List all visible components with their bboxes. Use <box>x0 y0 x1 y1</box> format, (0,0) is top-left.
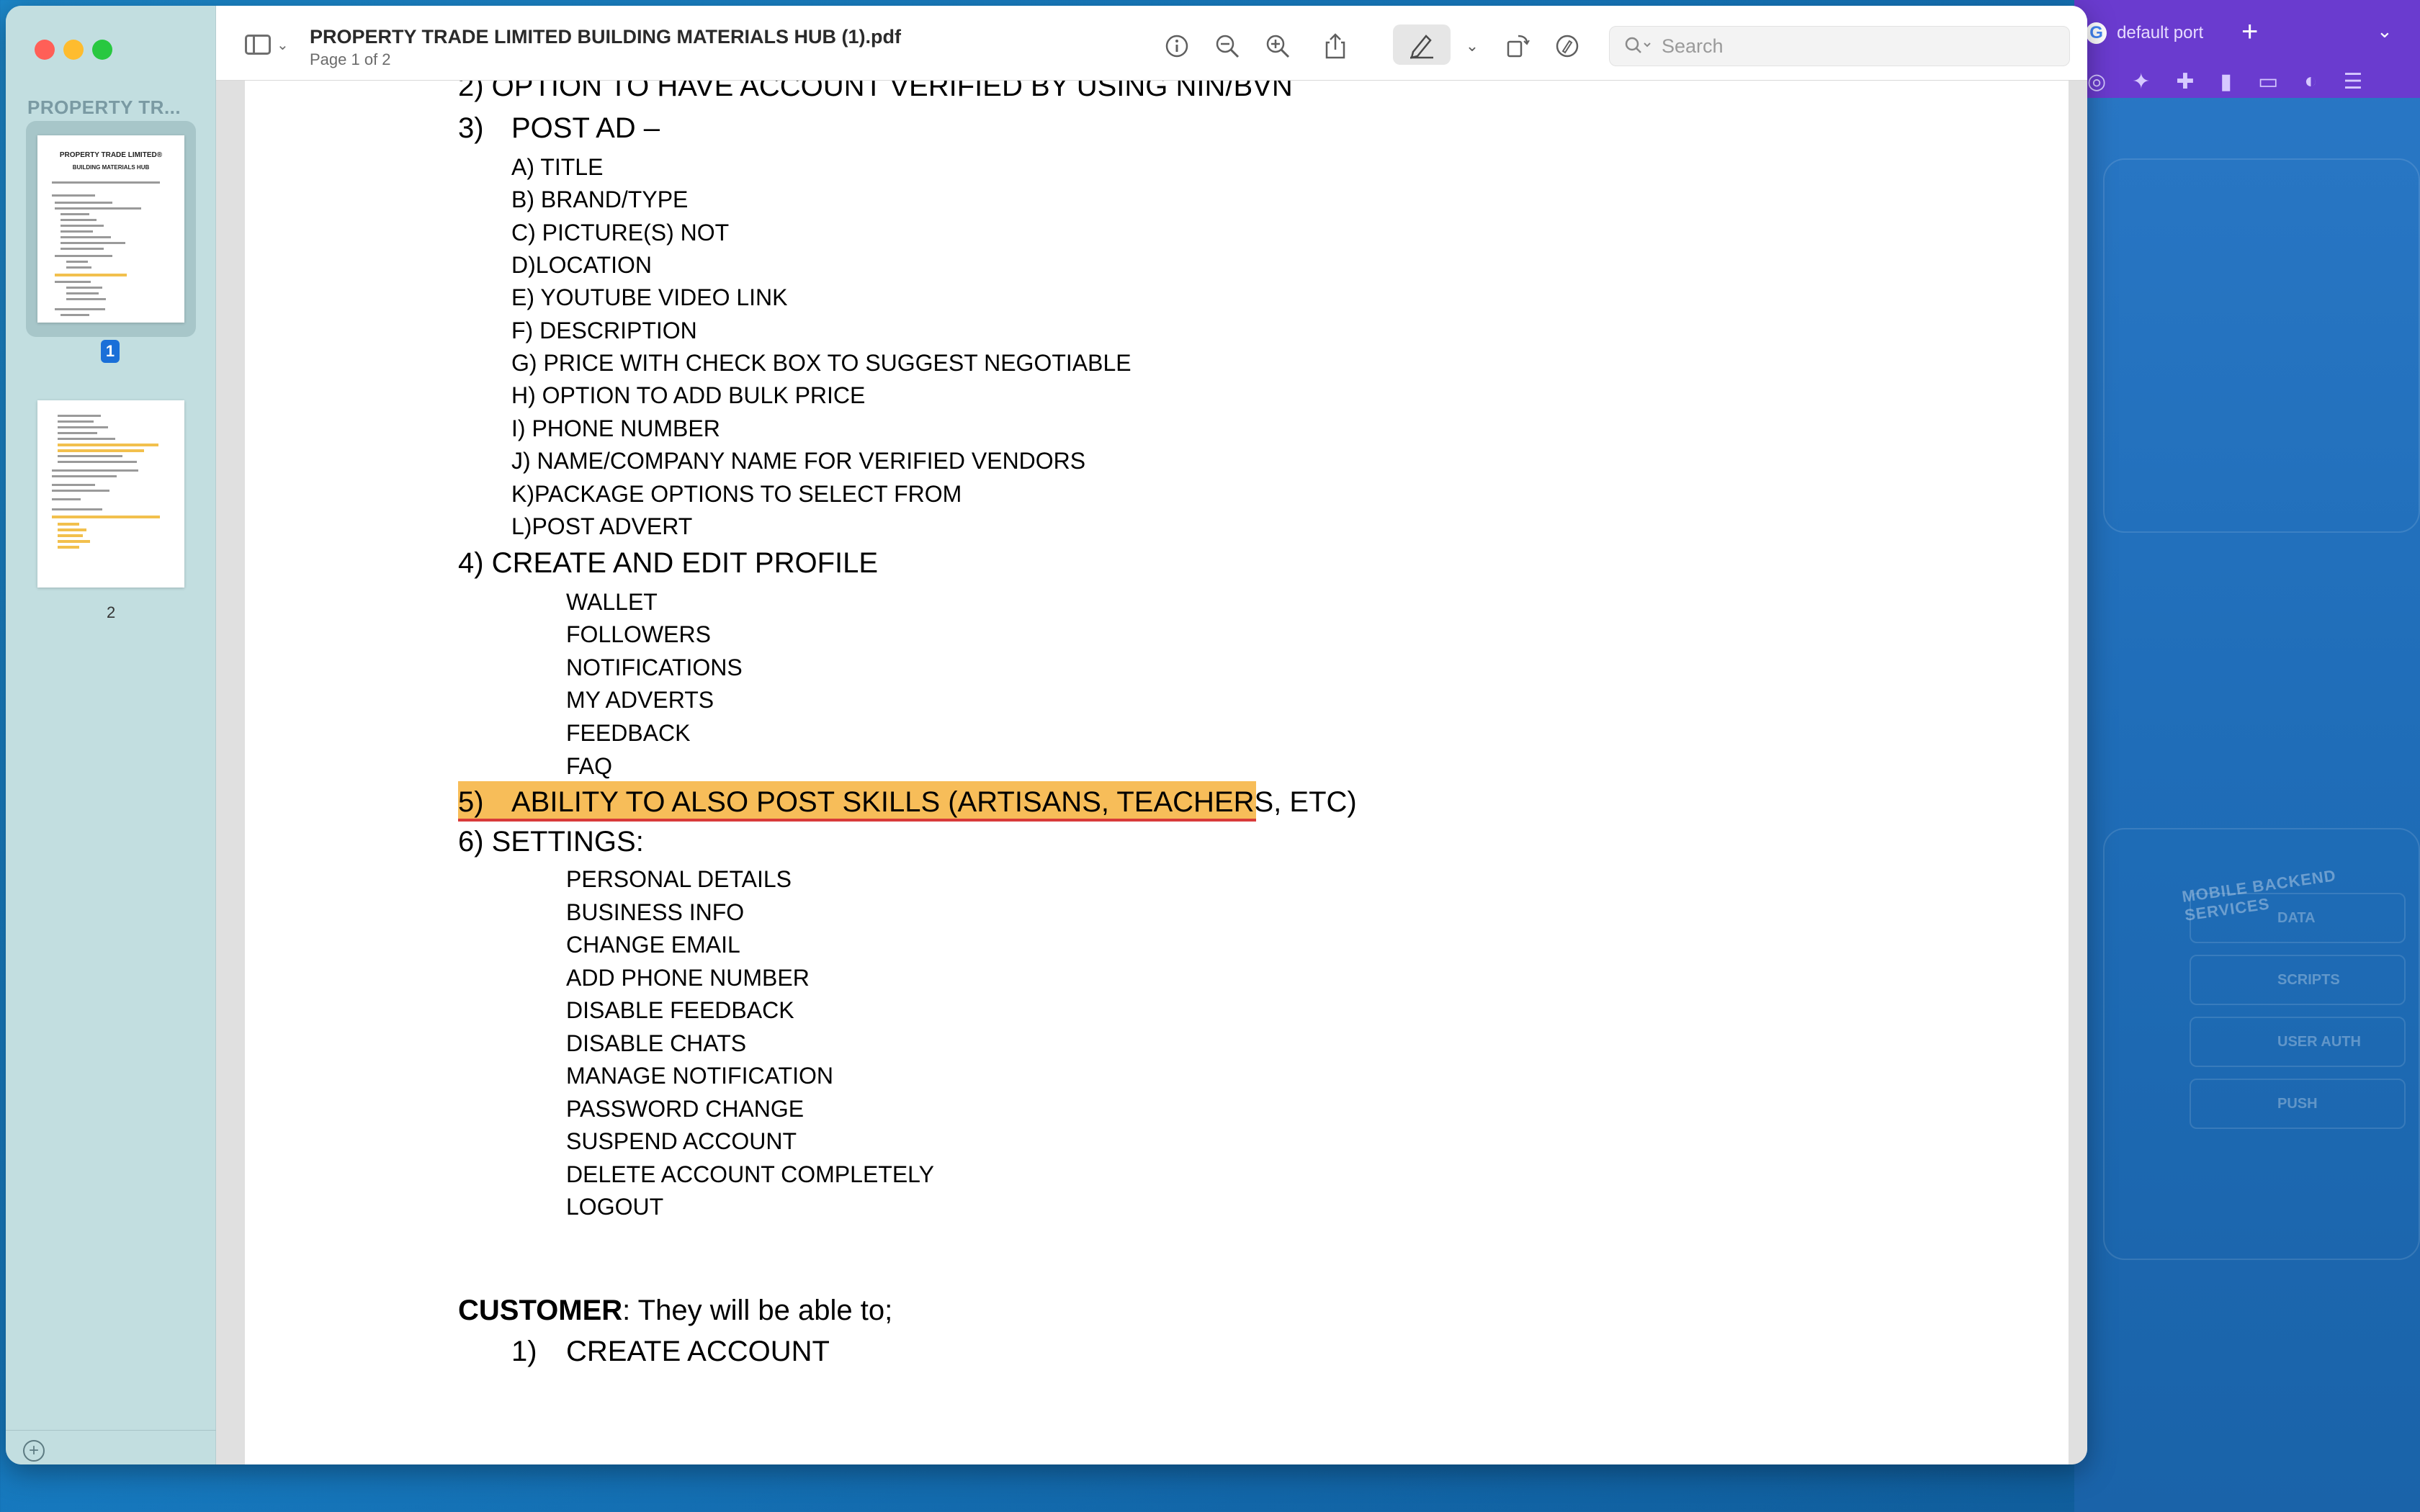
settings-item: LOGOUT <box>566 1194 664 1220</box>
google-icon: G <box>2086 22 2107 44</box>
fullscreen-button[interactable] <box>92 40 112 60</box>
extension-icon[interactable]: ✦ <box>2132 69 2150 94</box>
settings-item: PERSONAL DETAILS <box>566 866 792 892</box>
thumbnail-subtitle: BUILDING MATERIALS HUB <box>72 164 150 171</box>
zoom-out-icon[interactable] <box>1213 32 1242 60</box>
background-browser-window: G default port fo + ⌄ ◎ ✦ ✚ ▮ ▭ ◐ ☰ MOBI… <box>2074 0 2420 1512</box>
divider <box>6 1430 216 1431</box>
post-ad-field: J) NAME/COMPANY NAME FOR VERIFIED VENDOR… <box>511 448 1086 474</box>
sidebar-toggle-button[interactable]: ⌄ <box>245 35 289 55</box>
post-ad-field: E) YOUTUBE VIDEO LINK <box>511 284 788 310</box>
background-row: DATA <box>2190 893 2406 943</box>
zoom-in-icon[interactable] <box>1263 32 1292 60</box>
post-ad-field: A) TITLE <box>511 154 604 180</box>
settings-item: SUSPEND ACCOUNT <box>566 1128 797 1154</box>
search-input[interactable] <box>1662 35 2036 58</box>
profile-item: MY ADVERTS <box>566 687 714 713</box>
markup-icon[interactable] <box>1553 32 1582 60</box>
chevron-down-icon: ⌄ <box>277 37 289 53</box>
settings-item: ADD PHONE NUMBER <box>566 965 810 991</box>
page-number-label: 2 <box>107 603 116 621</box>
customer-item-1: CREATE ACCOUNT <box>566 1336 830 1367</box>
sidepanel-icon[interactable]: ▮ <box>2220 69 2232 94</box>
profile-icon[interactable]: ◐ <box>2304 69 2317 94</box>
list-number: 1) <box>511 1336 537 1367</box>
post-ad-field: I) PHONE NUMBER <box>511 415 720 441</box>
sidebar-icon <box>245 35 271 55</box>
chevron-down-icon[interactable]: ⌄ <box>1458 32 1487 60</box>
rotate-icon[interactable] <box>1502 32 1531 60</box>
page-indicator: Page 1 of 2 <box>310 50 391 68</box>
share-icon[interactable] <box>1321 32 1350 60</box>
settings-item: CHANGE EMAIL <box>566 932 740 958</box>
post-ad-field: F) DESCRIPTION <box>511 318 697 343</box>
list-item-3: POST AD – <box>511 112 660 144</box>
puzzle-icon[interactable]: ✚ <box>2176 69 2194 94</box>
profile-item: NOTIFICATIONS <box>566 654 743 680</box>
settings-item: DISABLE FEEDBACK <box>566 997 794 1023</box>
thumbnail-sidebar: PROPERTY TR... PROPERTY TRADE LIMITED® B… <box>6 6 216 1464</box>
browser-tab-bar: G default port fo + ⌄ <box>2074 0 2420 65</box>
search-field[interactable] <box>1609 26 2070 66</box>
sidebar-document-title: PROPERTY TR... <box>27 96 182 118</box>
info-icon[interactable] <box>1162 32 1191 60</box>
preview-window: PROPERTY TR... PROPERTY TRADE LIMITED® B… <box>6 6 2087 1464</box>
background-row: PUSH <box>2190 1079 2406 1129</box>
pdf-page: 2) OPTION TO HAVE ACCOUNT VERIFIED BY US… <box>245 81 2069 1464</box>
highlight-button[interactable] <box>1393 24 1451 65</box>
page-thumbnail-2[interactable] <box>26 387 196 603</box>
titlebar: ⌄ PROPERTY TRADE LIMITED BUILDING MATERI… <box>216 6 2087 81</box>
list-item-2: 2) OPTION TO HAVE ACCOUNT VERIFIED BY US… <box>458 81 1293 102</box>
profile-item: FOLLOWERS <box>566 621 711 647</box>
customer-intro: : They will be able to; <box>622 1295 893 1326</box>
list-item-4: 4) CREATE AND EDIT PROFILE <box>458 547 879 579</box>
background-illustration <box>2103 158 2420 533</box>
minimize-button[interactable] <box>63 40 84 60</box>
settings-item: BUSINESS INFO <box>566 899 745 925</box>
document-title: PROPERTY TRADE LIMITED BUILDING MATERIAL… <box>310 26 901 48</box>
document-viewport[interactable]: 2) OPTION TO HAVE ACCOUNT VERIFIED BY US… <box>216 81 2087 1464</box>
post-ad-field: K)PACKAGE OPTIONS TO SELECT FROM <box>511 481 962 507</box>
post-ad-field: C) PICTURE(S) NOT <box>511 220 730 246</box>
browser-tab[interactable]: G default port fo <box>2081 13 2208 53</box>
add-page-button[interactable]: + <box>23 1440 45 1462</box>
list-item-6: 6) SETTINGS: <box>458 826 644 858</box>
post-ad-field: B) BRAND/TYPE <box>511 186 689 212</box>
wallet-icon[interactable]: ▭ <box>2258 69 2278 94</box>
customer-label: CUSTOMER <box>458 1295 623 1326</box>
list-item-5: ABILITY TO ALSO POST SKILLS (ARTISANS, T… <box>511 786 1357 818</box>
tab-list-chevron-icon[interactable]: ⌄ <box>2377 20 2393 42</box>
profile-item: WALLET <box>566 589 658 615</box>
search-icon <box>1625 37 1651 53</box>
post-ad-field: L)POST ADVERT <box>511 513 693 539</box>
customer-heading: CUSTOMER: They will be able to; <box>458 1295 892 1327</box>
settings-item: DISABLE CHATS <box>566 1030 747 1056</box>
extension-icon[interactable]: ◎ <box>2087 69 2106 94</box>
page-number-badge: 1 <box>101 340 120 363</box>
profile-item: FEEDBACK <box>566 720 691 746</box>
thumbnail-image <box>37 400 184 588</box>
background-row: USER AUTH <box>2190 1017 2406 1067</box>
settings-item: MANAGE NOTIFICATION <box>566 1063 833 1089</box>
thumbnail-title: PROPERTY TRADE LIMITED® <box>59 151 163 159</box>
background-row: SCRIPTS <box>2190 955 2406 1005</box>
browser-extension-bar: ◎ ✦ ✚ ▮ ▭ ◐ ☰ <box>2074 65 2420 98</box>
settings-item: DELETE ACCOUNT COMPLETELY <box>566 1161 934 1187</box>
post-ad-field: G) PRICE WITH CHECK BOX TO SUGGEST NEGOT… <box>511 350 1131 376</box>
browser-tab-title: default port fo <box>2117 23 2208 42</box>
new-tab-button[interactable]: + <box>2241 16 2258 48</box>
highlighter-pen-icon <box>1410 35 1433 59</box>
page-thumbnail-1[interactable]: PROPERTY TRADE LIMITED® BUILDING MATERIA… <box>26 121 196 337</box>
post-ad-field: H) OPTION TO ADD BULK PRICE <box>511 382 866 408</box>
menu-icon[interactable]: ☰ <box>2343 69 2362 94</box>
thumbnail-image: PROPERTY TRADE LIMITED® BUILDING MATERIA… <box>37 135 184 323</box>
list-number: 3) <box>458 112 484 144</box>
settings-item: PASSWORD CHANGE <box>566 1096 805 1122</box>
list-number: 5) <box>458 786 484 818</box>
post-ad-field: D)LOCATION <box>511 252 652 278</box>
close-button[interactable] <box>35 40 55 60</box>
profile-item: FAQ <box>566 753 613 779</box>
